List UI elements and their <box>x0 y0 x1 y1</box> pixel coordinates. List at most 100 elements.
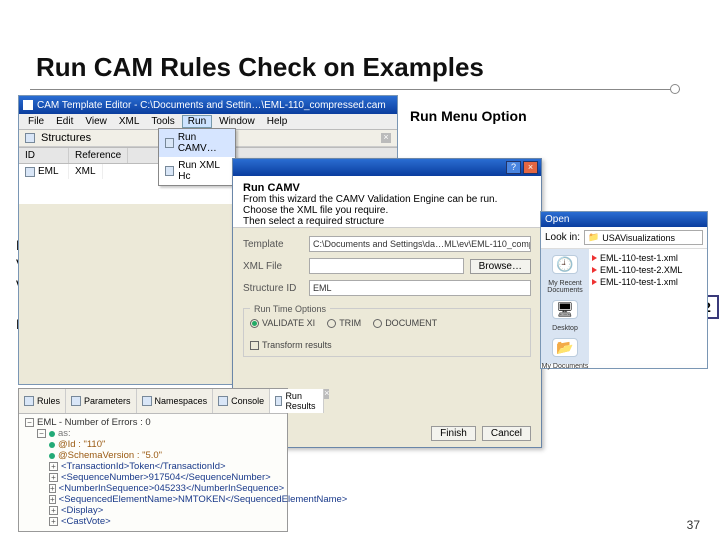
run-xmlhc-item[interactable]: Run XML Hc <box>159 157 235 185</box>
wizard-body: Template C:\Documents and Settings\da…ML… <box>233 228 541 365</box>
titlebar[interactable]: CAM Template Editor - C:\Documents and S… <box>19 96 397 114</box>
help-button[interactable]: ? <box>506 161 521 174</box>
structures-tab[interactable]: Structures <box>41 132 91 144</box>
results-tree[interactable]: −EML - Number of Errors : 0 − as: @Id : "… <box>19 414 287 530</box>
options-title: Run Time Options <box>250 304 330 314</box>
expand-icon[interactable]: + <box>49 506 58 515</box>
results-pane: Rules Parameters Namespaces Console Run … <box>18 388 288 532</box>
xml-icon <box>592 267 597 273</box>
recent-label: My Recent Documents <box>541 280 589 294</box>
tree-root[interactable]: EML - Number of Errors : 0 <box>37 417 151 428</box>
cancel-button[interactable]: Cancel <box>482 426 531 441</box>
tree-txn[interactable]: <TransactionId>Token</TransactionId> <box>61 461 226 472</box>
tree-seqel[interactable]: <SequencedElementName>NMTOKEN</Sequenced… <box>59 494 348 505</box>
menu-file[interactable]: File <box>23 116 49 127</box>
gear-icon <box>165 138 174 148</box>
col-id[interactable]: ID <box>19 148 69 163</box>
wizard-head-l2: Choose the XML file you require. <box>243 205 388 216</box>
tree-as: as: <box>58 428 71 439</box>
results-close-icon[interactable]: × <box>324 389 329 399</box>
xmlfile-field[interactable] <box>309 258 464 274</box>
radio-trim[interactable]: TRIM <box>327 318 361 328</box>
ok-dot-icon <box>49 442 55 448</box>
title-dot <box>670 84 680 94</box>
xml-icon <box>592 255 597 261</box>
close-button[interactable]: × <box>523 161 538 174</box>
ok-dot-icon <box>49 431 55 437</box>
structures-icon <box>25 133 35 143</box>
gear-icon <box>165 166 174 176</box>
wizard-titlebar[interactable]: ? × <box>233 159 541 176</box>
tree-ver[interactable]: @SchemaVersion : "5.0" <box>58 450 162 461</box>
mydocs-icon[interactable]: 📂 <box>552 338 578 357</box>
expand-icon[interactable]: + <box>49 484 56 493</box>
tab-rules[interactable]: Rules <box>19 389 66 413</box>
recent-icon[interactable]: 🕘 <box>552 255 578 274</box>
radio-document[interactable]: DOCUMENT <box>373 318 437 328</box>
folder-icon: 📁 <box>588 232 599 243</box>
col-ref[interactable]: Reference <box>69 148 128 163</box>
expand-icon[interactable]: + <box>49 462 58 471</box>
tab-results[interactable]: Run Results <box>270 389 324 413</box>
cell-id: EML <box>38 166 59 177</box>
run-dropdown: Run CAMV… Run XML Hc <box>158 128 236 186</box>
menu-xml[interactable]: XML <box>114 116 145 127</box>
open-title: Open <box>541 212 707 227</box>
check-transform[interactable]: Transform results <box>250 340 332 350</box>
params-icon <box>71 396 81 406</box>
desktop-label: Desktop <box>552 325 578 332</box>
template-label: Template <box>243 239 303 250</box>
struct-label: Structure ID <box>243 283 303 294</box>
struct-field[interactable]: EML <box>309 280 531 296</box>
menu-tools[interactable]: Tools <box>146 116 179 127</box>
collapse-icon[interactable]: − <box>37 429 46 438</box>
list-item[interactable]: EML-110-test-2.XML <box>592 264 704 276</box>
menu-run[interactable]: Run <box>182 115 212 128</box>
close-icon[interactable]: × <box>381 133 391 143</box>
desktop-icon[interactable]: 🖥 <box>552 300 578 319</box>
list-item[interactable]: EML-110-test-1.xml <box>592 252 704 264</box>
run-camv-item[interactable]: Run CAMV… <box>159 129 235 157</box>
radio-validate[interactable]: VALIDATE XI <box>250 318 315 328</box>
xml-icon <box>592 279 597 285</box>
rules-icon <box>24 396 34 406</box>
wizard-head-title: Run CAMV <box>243 182 300 194</box>
lookin-combo[interactable]: 📁USAVisualizations <box>584 230 703 245</box>
expand-icon[interactable]: + <box>49 473 58 482</box>
tab-ns[interactable]: Namespaces <box>137 389 214 413</box>
tree-id[interactable]: @Id : "110" <box>58 439 105 450</box>
collapse-icon[interactable]: − <box>25 418 34 427</box>
tree-disp[interactable]: <Display> <box>61 505 103 516</box>
finish-button[interactable]: Finish <box>431 426 476 441</box>
expand-icon[interactable]: + <box>49 495 56 504</box>
tree-num[interactable]: <NumberInSequence>045233</NumberInSequen… <box>59 483 285 494</box>
console-icon <box>218 396 228 406</box>
wizard-head-l3: Then select a required structure <box>243 216 384 227</box>
title-rule <box>30 89 680 90</box>
wizard-head-l1: From this wizard the CAMV Validation Eng… <box>243 194 497 205</box>
template-field[interactable]: C:\Documents and Settings\da…ML\ev\EML-1… <box>309 236 531 252</box>
list-item[interactable]: EML-110-test-1.xml <box>592 276 704 288</box>
browse-button[interactable]: Browse… <box>470 259 531 274</box>
run-icon <box>275 396 282 406</box>
open-sidebar: 🕘 My Recent Documents 🖥 Desktop 📂 My Doc… <box>541 249 589 364</box>
window-title: CAM Template Editor - C:\Documents and S… <box>37 100 386 111</box>
tab-params[interactable]: Parameters <box>66 389 137 413</box>
menu-edit[interactable]: Edit <box>51 116 78 127</box>
file-list[interactable]: EML-110-test-1.xml EML-110-test-2.XML EM… <box>589 249 707 364</box>
menu-view[interactable]: View <box>80 116 112 127</box>
xmlfile-label: XML File <box>243 261 303 272</box>
row-icon <box>25 167 35 177</box>
cell-ref: XML <box>69 164 103 179</box>
page-number: 37 <box>687 518 700 532</box>
tab-console[interactable]: Console <box>213 389 270 413</box>
slide-title: Run CAM Rules Check on Examples <box>36 52 484 83</box>
label-run-menu: Run Menu Option <box>410 108 527 124</box>
menu-help[interactable]: Help <box>262 116 293 127</box>
menu-window[interactable]: Window <box>214 116 260 127</box>
lookin-label: Look in: <box>545 232 580 243</box>
results-tabs: Rules Parameters Namespaces Console Run … <box>19 389 287 414</box>
expand-icon[interactable]: + <box>49 517 58 526</box>
tree-cast[interactable]: <CastVote> <box>61 516 111 527</box>
tree-seq[interactable]: <SequenceNumber>917504</SequenceNumber> <box>61 472 271 483</box>
